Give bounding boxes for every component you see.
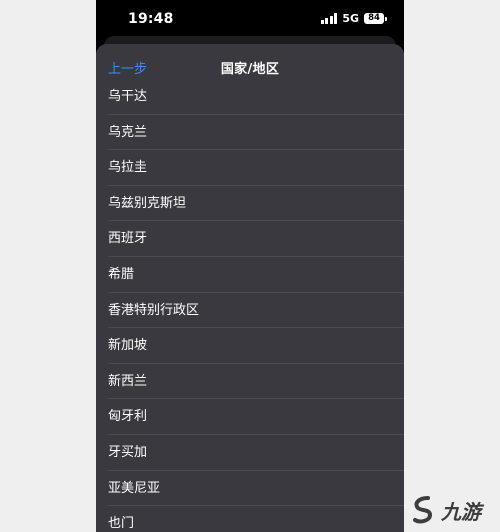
country-item[interactable]: 西班牙 [96, 221, 404, 257]
network-label: 5G [342, 12, 359, 25]
country-item[interactable]: 香港特别行政区 [96, 293, 404, 329]
country-item[interactable]: 亚美尼亚 [96, 471, 404, 507]
country-item[interactable]: 乌拉圭 [96, 150, 404, 186]
page-title: 国家/地区 [220, 62, 280, 77]
navigation-bar: 上一步 国家/地区 [96, 44, 404, 88]
country-list[interactable]: 乌干达 乌克兰 乌拉圭 乌兹别克斯坦 西班牙 希腊 香港特别行政区 新加坡 新西… [96, 79, 404, 532]
battery-level: 84 [368, 13, 380, 23]
status-time: 19:48 [128, 11, 174, 27]
country-region-sheet: 上一步 国家/地区 乌干达 乌克兰 乌拉圭 乌兹别克斯坦 西班牙 希腊 香港特别… [96, 44, 404, 532]
status-bar: 19:48 5G 84 [96, 0, 404, 40]
country-item[interactable]: 匈牙利 [96, 399, 404, 435]
status-indicators: 5G 84 [320, 12, 387, 25]
country-item[interactable]: 牙买加 [96, 435, 404, 471]
watermark-text: 九游 [441, 499, 481, 524]
page: 19:48 5G 84 上一步 国家/地区 乌干达 乌克兰 乌拉圭 乌兹别克斯坦… [0, 0, 500, 532]
country-item[interactable]: 希腊 [96, 257, 404, 293]
watermark: 九游 [410, 488, 500, 532]
watermark-logo-icon [413, 496, 433, 524]
country-item[interactable]: 新西兰 [96, 364, 404, 400]
battery-icon: 84 [364, 13, 387, 24]
country-item[interactable]: 也门 [96, 506, 404, 532]
country-item[interactable]: 新加坡 [96, 328, 404, 364]
phone-screen: 19:48 5G 84 上一步 国家/地区 乌干达 乌克兰 乌拉圭 乌兹别克斯坦… [96, 0, 404, 532]
country-item[interactable]: 乌兹别克斯坦 [96, 186, 404, 222]
signal-icon [320, 13, 338, 24]
country-item[interactable]: 乌克兰 [96, 115, 404, 151]
